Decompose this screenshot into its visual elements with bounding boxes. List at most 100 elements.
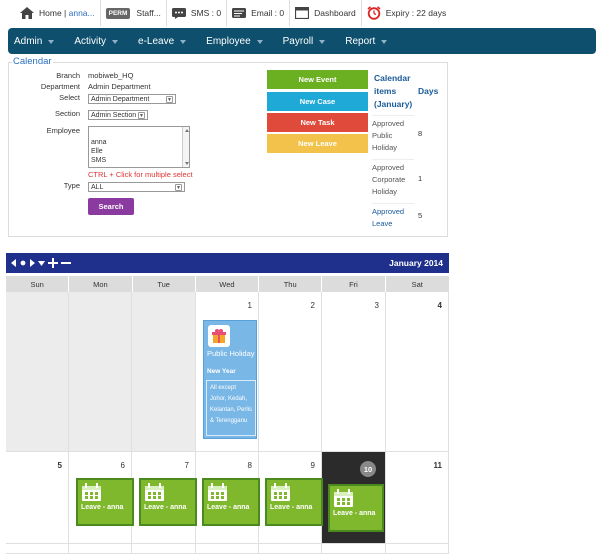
section-select-value: Admin Section — [91, 111, 137, 119]
type-select-value: ALL — [91, 183, 104, 191]
expiry-info: Expiry : 22 days — [362, 0, 451, 26]
holiday-name: New Year — [207, 368, 236, 375]
nav-payroll-label: Payroll — [282, 35, 314, 47]
legend-row-label: Approved Corporate Holiday — [372, 163, 406, 196]
calendar-section-title: Calendar — [12, 56, 53, 67]
new-case-button[interactable]: New Case — [267, 92, 368, 111]
type-label: Type — [63, 181, 80, 190]
employee-listbox[interactable]: anna Elle SMS — [88, 126, 190, 168]
nav-eleave[interactable]: e-Leave — [132, 28, 200, 54]
nav-activity[interactable]: Activity — [68, 28, 132, 54]
chevron-down-icon: ▼ — [175, 183, 182, 191]
calendar-icon — [82, 483, 101, 501]
sms-label: SMS : 0 — [190, 8, 222, 18]
day-number: 6 — [120, 461, 125, 470]
day-number: 11 — [433, 461, 442, 470]
department-select[interactable]: Admin Department ▼ — [88, 94, 176, 104]
leave-event[interactable]: Leave - anna — [76, 478, 134, 526]
legend-row-leave[interactable]: Approved Leave — [372, 203, 414, 230]
main-nav: Admin Activity e-Leave Employee Payroll … — [8, 28, 596, 54]
dashboard-icon — [295, 7, 310, 19]
type-select[interactable]: ALL ▼ — [88, 182, 185, 192]
chevron-down-icon: ▼ — [138, 111, 145, 119]
section-select[interactable]: Admin Section ▼ — [88, 110, 148, 120]
department-select-value: Admin Department — [91, 95, 150, 103]
day-cell[interactable]: 3 — [322, 292, 386, 452]
dashboard-link[interactable]: Dashboard — [290, 0, 362, 26]
leave-event-label: Leave - anna — [144, 504, 187, 511]
legend-header-items: Calendar items (January) — [374, 73, 413, 109]
nav-payroll[interactable]: Payroll — [277, 28, 340, 54]
gift-icon — [208, 325, 230, 347]
chevron-down-icon — [256, 40, 263, 44]
month-header: January 2014 — [6, 253, 449, 273]
new-leave-button[interactable]: New Leave — [267, 134, 368, 153]
zoom-out-icon[interactable] — [61, 258, 71, 268]
day-number: 5 — [57, 461, 62, 470]
sms-icon — [171, 7, 186, 19]
day-cell — [132, 292, 196, 452]
day-number: 3 — [374, 301, 379, 310]
leave-event[interactable]: Leave - anna — [265, 478, 323, 526]
today-dot-icon[interactable] — [20, 259, 26, 267]
nav-report[interactable]: Report — [339, 28, 401, 54]
alarm-clock-icon — [367, 6, 381, 20]
weekday-header: Sun Mon Tue Wed Thu Fri Sat — [6, 276, 449, 292]
day-number: 8 — [247, 461, 252, 470]
leave-event[interactable]: Leave - anna — [139, 478, 197, 526]
nav-admin[interactable]: Admin — [8, 28, 68, 54]
branch-label: Branch — [56, 71, 80, 80]
chevron-down-icon — [381, 40, 388, 44]
search-button[interactable]: Search — [88, 198, 134, 215]
weekday-tue: Tue — [132, 276, 196, 292]
nav-admin-label: Admin — [14, 35, 43, 47]
new-task-button[interactable]: New Task — [267, 113, 368, 132]
staff-menu[interactable]: PERM Staff... — [101, 0, 167, 26]
leave-event[interactable]: Leave - anna — [202, 478, 260, 526]
weekday-mon: Mon — [69, 276, 133, 292]
expiry-label: Expiry : 22 days — [385, 8, 447, 18]
dashboard-label: Dashboard — [314, 8, 356, 18]
day-cell — [6, 292, 69, 452]
calendar-icon — [334, 489, 353, 507]
dropdown-icon[interactable] — [38, 259, 45, 267]
chevron-down-icon — [180, 40, 187, 44]
public-holiday-event[interactable]: Public Holiday New Year All except Johor… — [203, 320, 257, 439]
day-cell[interactable]: 11 — [386, 452, 449, 544]
prev-month-icon[interactable] — [11, 259, 17, 267]
nav-employee[interactable]: Employee — [200, 28, 276, 54]
day-cell[interactable]: 2 — [259, 292, 322, 452]
zoom-in-icon[interactable] — [48, 258, 58, 268]
department-label: Department — [40, 82, 80, 91]
employee-option[interactable]: SMS — [89, 156, 189, 165]
day-cell — [69, 292, 132, 452]
email-label: Email : 0 — [251, 8, 285, 18]
day-number: 4 — [437, 301, 442, 310]
day-number: 7 — [184, 461, 189, 470]
calendar-icon — [208, 483, 227, 501]
employee-option[interactable]: anna — [89, 138, 189, 147]
legend-row-days: 8 — [418, 129, 423, 138]
home-label: Home | — [39, 8, 67, 18]
leave-event[interactable]: Leave - anna — [328, 484, 384, 532]
home-link[interactable]: Home | anna... — [0, 0, 101, 26]
legend-row-days: 5 — [418, 211, 423, 220]
holiday-states: All except Johor, Kedah, Kelantan, Perli… — [206, 380, 256, 436]
day-number: 1 — [247, 301, 252, 310]
nav-employee-label: Employee — [206, 35, 251, 47]
top-bar: Home | anna... PERM Staff... SMS : 0 Ema… — [0, 0, 600, 26]
legend-row-public-holiday: Approved Public Holiday — [372, 115, 414, 154]
month-controls — [11, 258, 71, 268]
chevron-down-icon: ▼ — [166, 95, 173, 103]
email-link[interactable]: Email : 0 — [227, 0, 291, 26]
employee-option[interactable]: Elle — [89, 147, 189, 156]
sms-link[interactable]: SMS : 0 — [167, 0, 228, 26]
new-event-button[interactable]: New Event — [267, 70, 368, 89]
day-cell[interactable]: 5 — [6, 452, 69, 544]
next-month-icon[interactable] — [29, 259, 35, 267]
legend-row-days: 1 — [418, 174, 423, 183]
day-cell[interactable]: 4 — [386, 292, 449, 452]
weekday-thu: Thu — [259, 276, 323, 292]
user-link[interactable]: anna... — [69, 8, 95, 18]
listbox-scrollbar[interactable] — [182, 127, 189, 167]
